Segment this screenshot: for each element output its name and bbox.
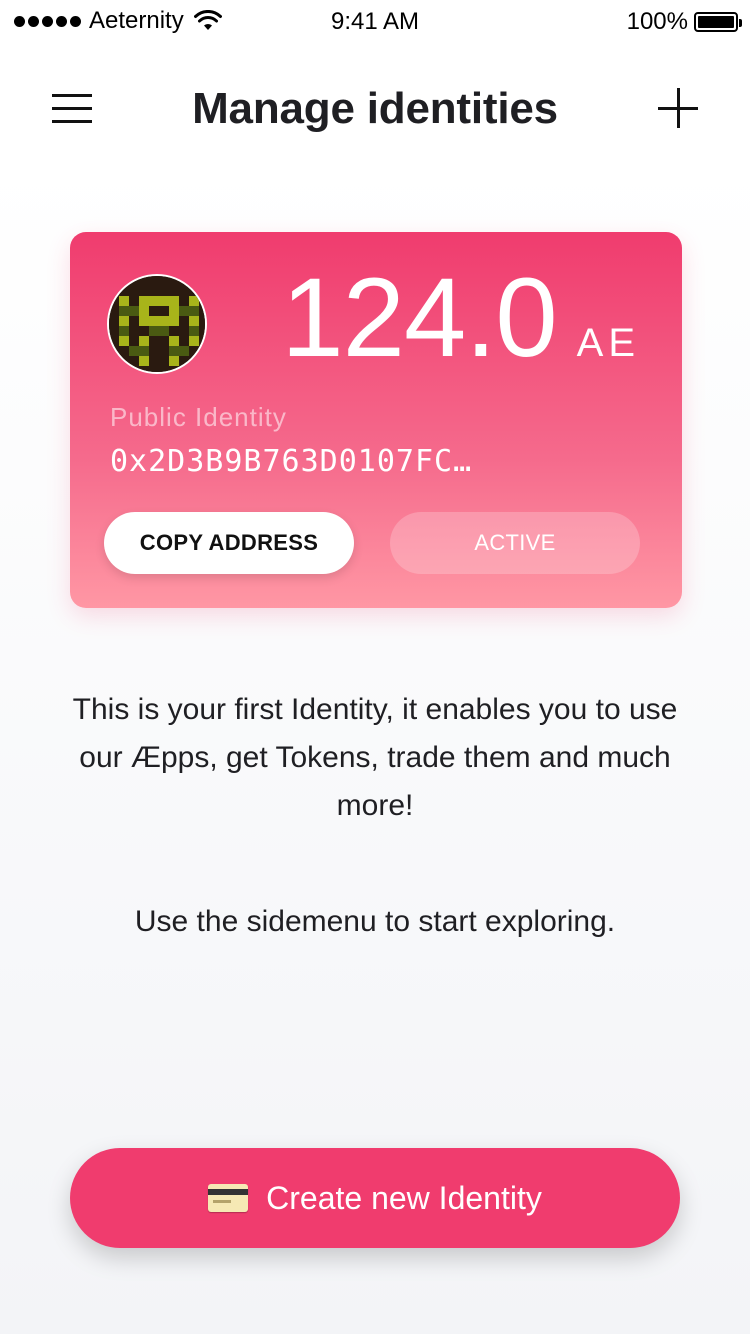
active-button[interactable]: ACTIVE (390, 512, 640, 574)
balance-unit: AE (576, 321, 640, 365)
copy-address-button[interactable]: COPY ADDRESS (104, 512, 354, 574)
app-header: Manage identities (0, 60, 750, 160)
public-identity-label: Public Identity (110, 402, 287, 432)
page-title: Manage identities (192, 84, 558, 133)
create-identity-button[interactable]: Create new Identity (70, 1148, 680, 1248)
balance-value: 124.0 (281, 255, 557, 380)
identity-description: This is your first Identity, it enables … (72, 693, 678, 822)
add-identity-button[interactable] (658, 88, 698, 128)
status-bar: Aeternity 9:41 AM 100% (0, 0, 750, 44)
battery-icon (694, 12, 742, 32)
status-bar-right: 100% (626, 8, 742, 36)
identicon-avatar (107, 274, 207, 374)
create-identity-label: Create new Identity (266, 1179, 542, 1216)
balance-display: 124.0 AE (281, 262, 640, 374)
public-address: 0x2D3B9B763D0107FC… (110, 444, 473, 479)
battery-percent: 100% (626, 8, 688, 35)
identity-card: 124.0 AE Public Identity 0x2D3B9B763D010… (70, 232, 682, 608)
credit-card-icon (208, 1184, 249, 1212)
sidemenu-hint: Use the sidemenu to start exploring. (134, 905, 616, 938)
